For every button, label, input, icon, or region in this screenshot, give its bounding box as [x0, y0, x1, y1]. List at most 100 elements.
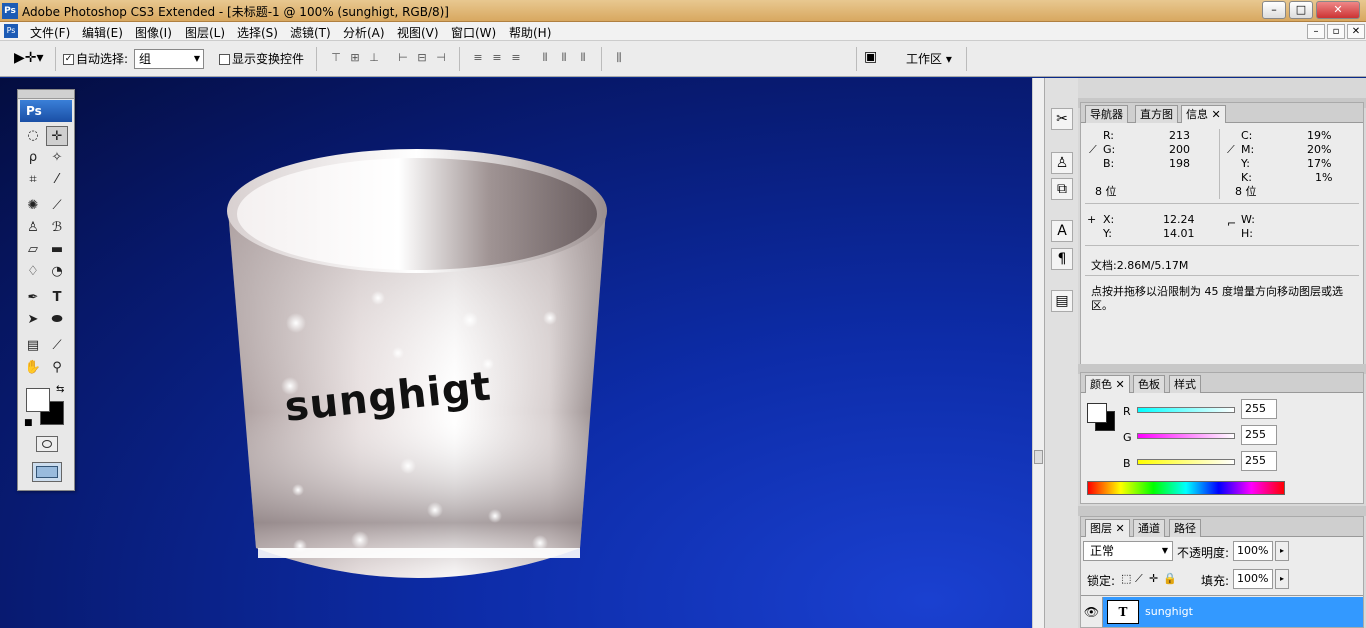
lock-position-icon[interactable]: ✛: [1149, 572, 1158, 585]
brush-tool-icon[interactable]: ⟋: [46, 196, 68, 216]
zoom-tool-icon[interactable]: ⚲: [46, 358, 68, 378]
move-tool-preset-icon[interactable]: ▶✛▾: [14, 50, 44, 66]
pen-tool-icon[interactable]: ✒: [22, 288, 44, 308]
opacity-slider-button[interactable]: ▸: [1275, 541, 1289, 561]
auto-select-checkbox[interactable]: ✓: [63, 54, 74, 65]
layer-row[interactable]: T sunghigt: [1103, 597, 1363, 627]
tab-paths[interactable]: 路径: [1169, 519, 1201, 537]
doc-restore-button[interactable]: ▫: [1327, 24, 1345, 39]
tab-color[interactable]: 颜色 ✕: [1085, 375, 1130, 393]
canvas-vertical-scrollbar[interactable]: [1032, 78, 1044, 628]
swap-colors-icon[interactable]: ⇆: [56, 384, 64, 395]
blue-value-input[interactable]: 255: [1241, 451, 1277, 471]
align-left-icon[interactable]: ⊢: [395, 52, 411, 64]
tool-presets-icon[interactable]: ✂: [1051, 108, 1073, 130]
tab-layers[interactable]: 图层 ✕: [1085, 519, 1130, 537]
minimize-button[interactable]: –: [1262, 1, 1286, 19]
blend-mode-select[interactable]: 正常 ▼: [1083, 541, 1173, 561]
menu-filter[interactable]: 滤镜(T): [290, 24, 331, 41]
eyedropper-icon[interactable]: ⟋: [1089, 143, 1097, 157]
lasso-tool-icon[interactable]: ρ: [22, 148, 44, 168]
quick-mask-icon[interactable]: [36, 436, 58, 452]
tab-styles[interactable]: 样式: [1169, 375, 1201, 393]
menu-help[interactable]: 帮助(H): [509, 24, 551, 41]
show-transform-checkbox[interactable]: [219, 54, 230, 65]
align-bottom-icon[interactable]: ⊥: [366, 52, 382, 64]
tab-swatches[interactable]: 色板: [1133, 375, 1165, 393]
clone-source-icon[interactable]: ⧉: [1051, 178, 1073, 200]
tab-navigator[interactable]: 导航器: [1085, 105, 1128, 123]
panel-group-header[interactable]: [1078, 506, 1366, 516]
red-value-input[interactable]: 255: [1241, 399, 1277, 419]
menu-file[interactable]: 文件(F): [30, 24, 70, 41]
slice-tool-icon[interactable]: ⁄: [46, 170, 68, 190]
layer-comps-icon[interactable]: ▤: [1051, 290, 1073, 312]
color-fg-swatch[interactable]: [1087, 403, 1107, 423]
auto-align-layers-icon[interactable]: ⫼: [611, 52, 627, 64]
distribute-left-icon[interactable]: ⦀: [537, 52, 553, 64]
move-tool-icon[interactable]: ✛: [46, 126, 68, 146]
distribute-bottom-icon[interactable]: ≡: [508, 52, 524, 64]
align-top-icon[interactable]: ⊤: [328, 52, 344, 64]
workspace-menu[interactable]: 工作区 ▾: [906, 50, 952, 67]
bridge-icon[interactable]: ▣: [864, 49, 877, 65]
clone-stamp-tool-icon[interactable]: ♙: [22, 218, 44, 238]
menu-image[interactable]: 图像(I): [135, 24, 172, 41]
blue-slider[interactable]: [1137, 459, 1235, 465]
fill-slider-button[interactable]: ▸: [1275, 569, 1289, 589]
menu-analysis[interactable]: 分析(A): [343, 24, 385, 41]
history-brush-tool-icon[interactable]: ℬ: [46, 218, 68, 238]
ellipse-shape-tool-icon[interactable]: ⬬: [46, 310, 68, 330]
document-canvas[interactable]: [0, 78, 1032, 628]
distribute-right-icon[interactable]: ⦀: [575, 52, 591, 64]
hand-tool-icon[interactable]: ✋: [22, 358, 44, 378]
auto-select-dropdown[interactable]: 组 ▼: [134, 49, 204, 69]
lock-image-icon[interactable]: ⟋: [1135, 572, 1143, 586]
auto-select-option[interactable]: ✓ 自动选择:: [63, 50, 128, 67]
type-tool-icon[interactable]: T: [46, 288, 68, 308]
doc-minimize-button[interactable]: –: [1307, 24, 1325, 39]
opacity-input[interactable]: 100%: [1233, 541, 1273, 561]
crop-tool-icon[interactable]: ⌗: [22, 170, 44, 190]
distribute-hcenter-icon[interactable]: ⦀: [556, 52, 572, 64]
document-icon[interactable]: Ps: [4, 24, 18, 38]
brushes-icon[interactable]: ♙: [1051, 152, 1073, 174]
menu-select[interactable]: 选择(S): [237, 24, 278, 41]
blur-tool-icon[interactable]: ♢: [22, 262, 44, 282]
screen-mode-icon[interactable]: [32, 462, 62, 482]
align-vcenter-icon[interactable]: ⊞: [347, 52, 363, 64]
tab-histogram[interactable]: 直方图: [1135, 105, 1178, 123]
path-selection-tool-icon[interactable]: ➤: [22, 310, 44, 330]
align-hcenter-icon[interactable]: ⊟: [414, 52, 430, 64]
menu-layer[interactable]: 图层(L): [185, 24, 225, 41]
green-slider[interactable]: [1137, 433, 1235, 439]
tab-info[interactable]: 信息 ✕: [1181, 105, 1226, 123]
toolbox-grip[interactable]: [18, 90, 74, 99]
align-right-icon[interactable]: ⊣: [433, 52, 449, 64]
eraser-tool-icon[interactable]: ▱: [22, 240, 44, 260]
default-colors-icon[interactable]: ■: [24, 418, 33, 428]
gradient-tool-icon[interactable]: ▬: [46, 240, 68, 260]
menu-window[interactable]: 窗口(W): [451, 24, 496, 41]
lock-transparent-icon[interactable]: ⬚: [1121, 572, 1131, 585]
close-button[interactable]: ✕: [1316, 1, 1360, 19]
maximize-button[interactable]: □: [1289, 1, 1313, 19]
paragraph-icon[interactable]: ¶: [1051, 248, 1073, 270]
healing-brush-tool-icon[interactable]: ✺: [22, 196, 44, 216]
toolbox-logo[interactable]: Ps: [20, 100, 72, 122]
menu-view[interactable]: 视图(V): [397, 24, 439, 41]
green-value-input[interactable]: 255: [1241, 425, 1277, 445]
fill-input[interactable]: 100%: [1233, 569, 1273, 589]
menu-edit[interactable]: 编辑(E): [82, 24, 123, 41]
eyedropper-cmyk-icon[interactable]: ⟋: [1227, 143, 1235, 157]
red-slider[interactable]: [1137, 407, 1235, 413]
eyedropper-tool-icon[interactable]: ⟋: [46, 336, 68, 356]
character-icon[interactable]: A: [1051, 220, 1073, 242]
layer-visibility-eye-icon[interactable]: 👁: [1081, 597, 1103, 627]
foreground-color-swatch[interactable]: [26, 388, 50, 412]
notes-tool-icon[interactable]: ▤: [22, 336, 44, 356]
dodge-tool-icon[interactable]: ◔: [46, 262, 68, 282]
distribute-vcenter-icon[interactable]: ≡: [489, 52, 505, 64]
color-spectrum-bar[interactable]: [1087, 481, 1285, 495]
tab-channels[interactable]: 通道: [1133, 519, 1165, 537]
